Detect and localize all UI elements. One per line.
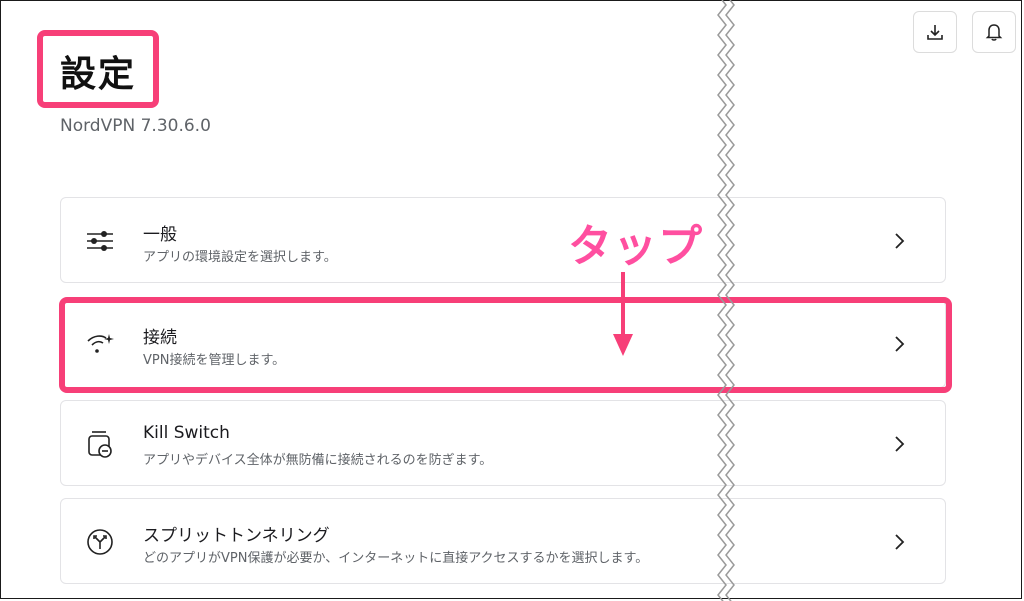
page-title: 設定 [60,54,137,95]
notifications-button[interactable] [972,11,1016,53]
app-version: NordVPN 7.30.6.0 [60,116,211,136]
bell-icon [985,24,1003,41]
download-button[interactable] [913,11,957,53]
arrow-down-icon [613,272,633,356]
chevron-right-icon [895,436,905,452]
download-icon [927,25,943,40]
split-tunnel-icon [83,525,117,559]
cut-divider [717,0,735,601]
settings-item-split-tunneling[interactable]: スプリットトンネリング どのアプリがVPN保護が必要か、インターネットに直接アク… [60,498,946,584]
settings-item-kill-switch[interactable]: Kill Switch アプリやデバイス全体が無防備に接続されるのを防ぎます。 [60,400,946,486]
chevron-right-icon [895,233,905,249]
settings-item-label: スプリットトンネリング [143,526,330,546]
settings-item-description: アプリやデバイス全体が無防備に接続されるのを防ぎます。 [143,453,493,468]
chevron-right-icon [895,534,905,550]
tap-annotation: タップ [568,221,703,272]
settings-item-label: Kill Switch [143,423,230,443]
kill-switch-icon [83,427,117,461]
connection-highlight-box [59,297,952,393]
settings-item-label: 一般 [143,225,177,245]
sliders-icon [83,224,117,258]
settings-item-description: どのアプリがVPN保護が必要か、インターネットに直接アクセスするかを選択します。 [143,551,649,566]
settings-item-description: アプリの環境設定を選択します。 [143,250,337,265]
settings-item-general[interactable]: 一般 アプリの環境設定を選択します。 [60,197,946,283]
